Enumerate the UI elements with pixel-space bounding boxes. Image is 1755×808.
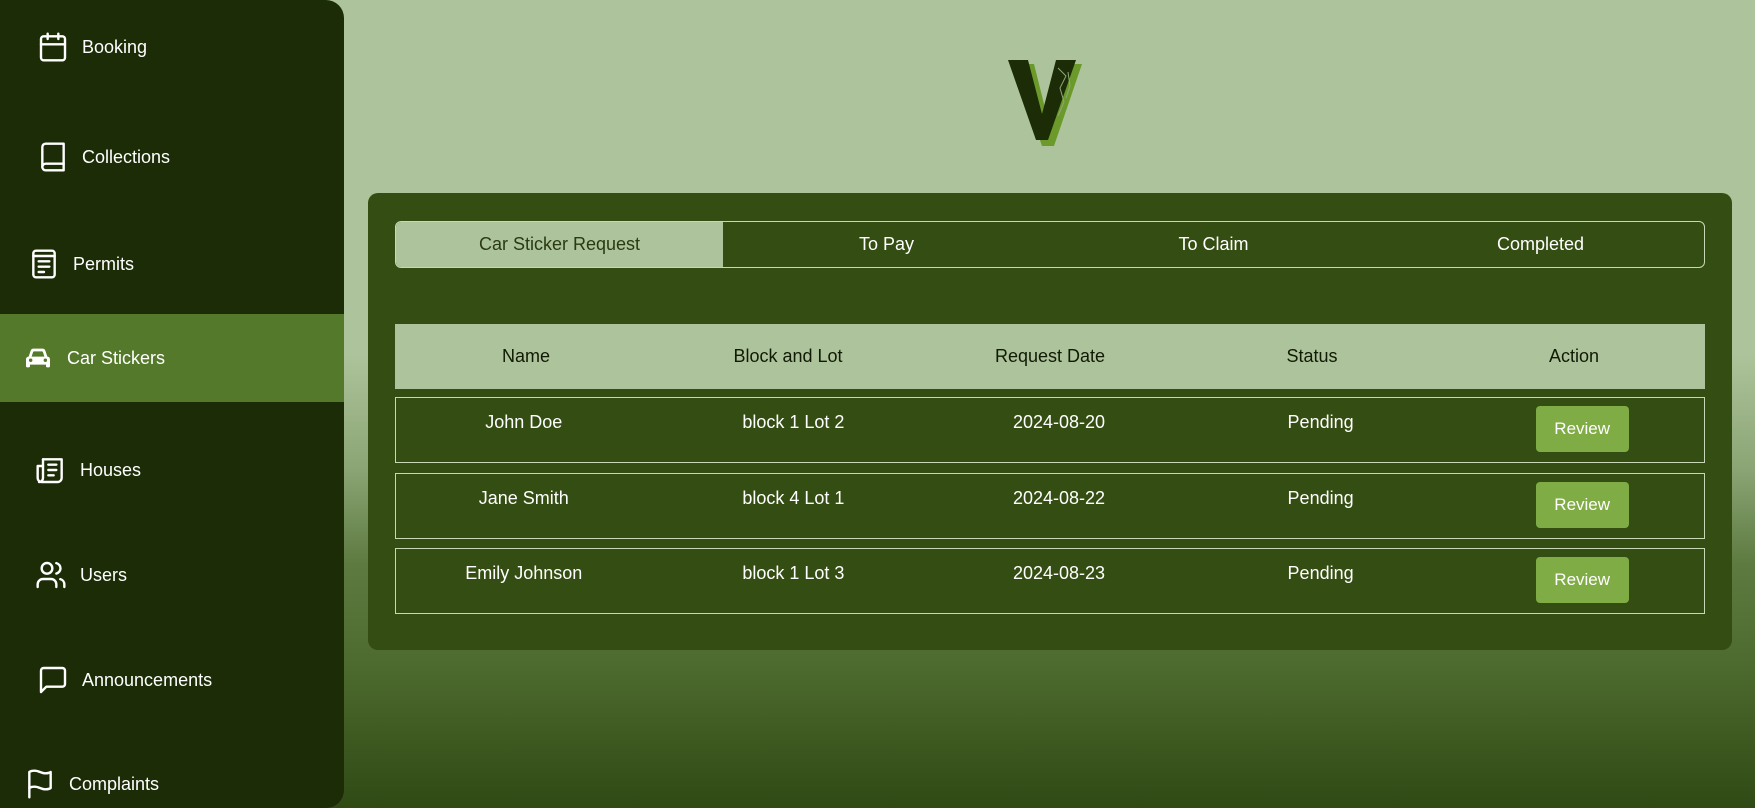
column-header-name: Name — [501, 346, 550, 366]
cell-action: Review — [1448, 474, 1704, 528]
review-button[interactable]: Review — [1535, 557, 1629, 603]
calendar-icon — [36, 30, 70, 64]
cell-block-lot: block 4 Lot 1 — [742, 488, 845, 508]
sidebar-item-complaints[interactable]: Complaints — [0, 767, 344, 801]
cell-request-date: 2024-08-22 — [1012, 488, 1106, 508]
flag-icon — [23, 767, 57, 801]
sidebar-item-label: Houses — [80, 459, 142, 480]
users-icon — [34, 558, 68, 592]
car-sticker-panel: Car Sticker Request To Pay To Claim Comp… — [368, 193, 1732, 650]
cell-action: Review — [1448, 398, 1704, 452]
tab-car-sticker-request[interactable]: Car Sticker Request — [396, 222, 723, 267]
sidebar-item-collections[interactable]: Collections — [0, 140, 344, 174]
table-row: Jane Smith block 4 Lot 1 2024-08-22 Pend… — [395, 473, 1705, 539]
cell-block-lot: block 1 Lot 2 — [742, 412, 845, 432]
review-button[interactable]: Review — [1535, 406, 1629, 452]
sidebar-item-car-stickers[interactable]: Car Stickers — [0, 314, 344, 402]
table-row: Emily Johnson block 1 Lot 3 2024-08-23 P… — [395, 548, 1705, 614]
cell-request-date: 2024-08-23 — [1012, 563, 1106, 583]
sidebar-item-users[interactable]: Users — [0, 558, 344, 592]
cell-request-date: 2024-08-20 — [1012, 412, 1106, 432]
newspaper-icon — [34, 453, 68, 487]
table-row: John Doe block 1 Lot 2 2024-08-20 Pendin… — [395, 397, 1705, 463]
tab-to-claim[interactable]: To Claim — [1050, 222, 1377, 267]
sidebar-item-label: Users — [80, 564, 128, 585]
message-square-icon — [36, 663, 70, 697]
table-header: Name Block and Lot Request Date Status A… — [395, 324, 1705, 389]
column-header-block-lot: Block and Lot — [733, 346, 843, 366]
car-icon — [21, 341, 55, 375]
book-icon — [36, 140, 70, 174]
sidebar-item-label: Complaints — [69, 773, 160, 794]
cell-action: Review — [1448, 549, 1704, 603]
sidebar-item-announcements[interactable]: Announcements — [0, 663, 344, 697]
sidebar-item-booking[interactable]: Booking — [0, 30, 344, 64]
column-header-request-date: Request Date — [994, 346, 1106, 366]
sidebar-item-houses[interactable]: Houses — [0, 453, 344, 487]
cell-name: Jane Smith — [478, 488, 569, 508]
tab-completed[interactable]: Completed — [1377, 222, 1704, 267]
sidebar-item-label: Car Stickers — [67, 347, 166, 368]
column-header-action: Action — [1548, 346, 1600, 366]
cell-name: John Doe — [485, 412, 563, 432]
cell-status: Pending — [1287, 412, 1354, 432]
tab-to-pay[interactable]: To Pay — [723, 222, 1050, 267]
sidebar-item-label: Collections — [82, 146, 171, 167]
logo — [1008, 58, 1088, 150]
sidebar-item-permits[interactable]: Permits — [0, 247, 344, 281]
sidebar-item-label: Booking — [82, 36, 148, 57]
review-button[interactable]: Review — [1535, 482, 1629, 528]
cell-name: Emily Johnson — [465, 563, 583, 583]
cell-block-lot: block 1 Lot 3 — [742, 563, 845, 583]
sidebar: Booking Collections Permits Car Stickers… — [0, 0, 344, 808]
status-tabs: Car Sticker Request To Pay To Claim Comp… — [395, 221, 1705, 268]
sidebar-item-label: Announcements — [82, 669, 213, 690]
column-header-status: Status — [1286, 346, 1338, 366]
cell-status: Pending — [1287, 563, 1354, 583]
cell-status: Pending — [1287, 488, 1354, 508]
sidebar-item-label: Permits — [73, 253, 135, 274]
document-icon — [27, 247, 61, 281]
